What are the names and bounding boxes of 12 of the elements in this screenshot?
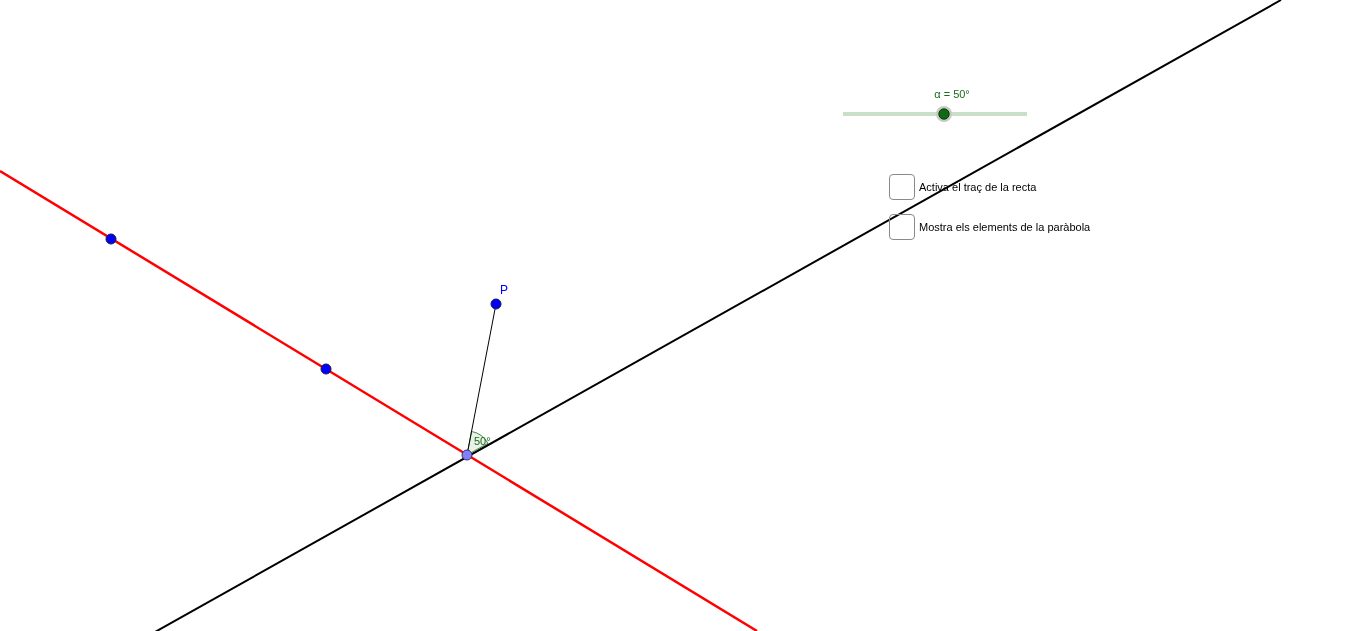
point[interactable]: [105, 233, 117, 245]
angle-label: 50°: [474, 435, 491, 447]
point[interactable]: [490, 298, 502, 310]
checkbox-label[interactable]: Mostra els elements de la paràbola: [919, 220, 1091, 234]
slider-label: α = 50°: [934, 87, 970, 101]
checkbox-label[interactable]: Activa el traç de la recta: [919, 180, 1037, 194]
slider-thumb[interactable]: [936, 106, 953, 122]
checkbox[interactable]: [889, 174, 915, 200]
point[interactable]: [320, 363, 332, 375]
checkbox[interactable]: [889, 214, 915, 240]
point-label: P: [500, 283, 508, 297]
intersection-point[interactable]: [461, 449, 473, 461]
